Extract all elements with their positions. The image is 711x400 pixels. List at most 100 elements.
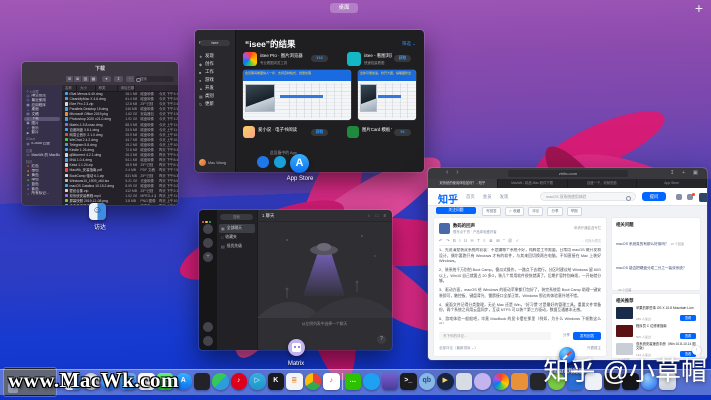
help-button[interactable]: ? <box>377 335 386 344</box>
dock-icon-music[interactable]: ♪ <box>323 373 340 390</box>
app-store-sidebar-item[interactable]: ↻更新 <box>199 100 233 108</box>
finder-sidebar-item[interactable]: ●红色 <box>24 164 60 169</box>
matrix-window[interactable]: + 搜索 ▣全部聊天 □收藏夹 ▤低优先级 <box>199 210 392 350</box>
app-store-sidebar-item[interactable]: ▦类别 <box>199 92 233 100</box>
editor-toolbar-icon[interactable]: ⊞ <box>496 237 500 245</box>
finder-sidebar-item[interactable]: iCloud <box>24 137 60 142</box>
space-label-desktop[interactable]: 桌面 <box>330 3 358 13</box>
add-space-button[interactable]: + <box>695 0 703 16</box>
zhihu-search-input[interactable]: macOS 双系统使用体验 <box>540 192 636 201</box>
price-button[interactable]: 获取 <box>394 55 411 62</box>
address-bar[interactable]: zhihu.com <box>508 170 628 177</box>
safari-tab[interactable]: 双系统的使用体验如何？ - 知乎 <box>428 179 498 188</box>
editor-toolbar-icon[interactable]: B <box>453 237 456 245</box>
matrix-search-input[interactable]: 搜索 <box>220 214 253 220</box>
dock-separator[interactable] <box>342 373 343 390</box>
dock-icon-1password[interactable] <box>382 373 399 390</box>
editor-toolbar-icon[interactable]: H <box>471 237 474 245</box>
device-app-icon[interactable] <box>274 156 286 168</box>
editor-toolbar-icon[interactable]: ” <box>503 237 504 245</box>
finder-view-button[interactable]: ≣ <box>74 76 82 82</box>
safari-tab[interactable]: App Store <box>637 179 707 188</box>
app-store-sidebar-item[interactable]: ◆创作 <box>199 60 233 68</box>
question-action-chip[interactable]: 举报 <box>567 207 582 216</box>
finder-view-switcher[interactable]: ⊞≣▥▦ <box>66 76 97 82</box>
device-app-icon[interactable] <box>257 156 269 168</box>
editor-toolbar-icon[interactable]: ≡ <box>483 237 485 245</box>
app-store-sidebar-item[interactable]: ▲开发 <box>199 84 233 92</box>
question-action-chip[interactable]: 分享 <box>547 207 562 216</box>
dock-icon-app-folder[interactable] <box>511 373 528 390</box>
app-result-card[interactable]: 爱小说 · 电子书阅读 获取 <box>243 126 343 142</box>
app-store-sidebar-item[interactable]: ■工作 <box>199 68 233 76</box>
app-store-account[interactable]: Mac Wang <box>199 159 226 166</box>
finder-sidebar-item[interactable]: ◍iCloud 云盘 <box>24 142 60 147</box>
editor-toolbar-icon[interactable]: ↶ <box>439 237 443 245</box>
dock-icon-isee[interactable] <box>493 373 510 390</box>
finder-sidebar-item[interactable]: ▶影片 <box>24 130 60 135</box>
view-button[interactable]: 查看 <box>680 315 696 321</box>
app-result-card[interactable]: 图片Card 模板 Wall ¥6 <box>347 126 419 142</box>
related-read-item[interactable]: 苹果的那些事 OS X 10.8 Mountain Lion 289 人读过 查… <box>616 306 696 321</box>
finder-sidebar-item[interactable]: 个人收藏 <box>24 89 60 94</box>
app-store-app-icon[interactable]: A <box>290 154 309 173</box>
app-result-card[interactable]: iSee - 看图浏览器 快速批量看图 获取 <box>347 52 419 68</box>
zhihu-nav-item[interactable]: 会员 <box>483 194 492 200</box>
editor-toolbar-icon[interactable]: ≣ <box>489 237 493 245</box>
dock-icon-photo-booth[interactable] <box>194 373 211 390</box>
finder-toolbar-button[interactable]: ↥ <box>114 76 123 82</box>
finder-app-icon[interactable]: ☺ <box>89 203 106 220</box>
matrix-header-icons[interactable]: ○ □ ≡ <box>368 210 388 221</box>
view-button[interactable]: 查看 <box>680 333 696 339</box>
finder-view-button[interactable]: ⊞ <box>66 76 74 82</box>
comment-input[interactable]: 写下你的评论… <box>439 332 551 340</box>
dock-icon-chrome[interactable] <box>305 373 322 390</box>
dock-icon-pages[interactable]: ≣ <box>286 373 303 390</box>
app-store-window[interactable]: isee ★发现 ◆创作 ■工作 ●游戏 <box>195 30 424 172</box>
dock-icon-wechat[interactable]: … <box>345 373 362 390</box>
safari-window[interactable]: ‹ › zhihu.com ↥ + ▣ 双系统的使用体验如何？ - 知乎MacW… <box>428 168 707 360</box>
back-forward-buttons[interactable]: ‹ › <box>446 169 462 176</box>
filter-link[interactable]: 筛选 ⌄ <box>402 41 416 47</box>
dock-icon-matrix[interactable] <box>474 373 491 390</box>
app-store-search-input[interactable]: isee <box>200 40 230 46</box>
finder-toolbar-button[interactable]: ▾ <box>102 76 111 82</box>
dock-icon-telegram[interactable]: ▷ <box>249 373 266 390</box>
app-store-sidebar-item[interactable]: ●游戏 <box>199 76 233 84</box>
matrix-settings-button[interactable] <box>203 336 213 346</box>
matrix-room-item[interactable]: ▤低优先级 <box>219 242 255 251</box>
related-question-item[interactable]: macOS 系统真的有那么好用吗？16 个回答 <box>616 230 696 252</box>
finder-view-button[interactable]: ▦ <box>90 76 97 82</box>
price-button[interactable]: ¥6 <box>394 129 411 136</box>
follow-question-button[interactable]: 关注问题 <box>436 207 476 214</box>
app-store-sidebar-item[interactable]: ★发现 <box>199 52 233 60</box>
dock-icon-qbittorrent[interactable]: qb <box>419 373 436 390</box>
editor-toolbar-icon[interactable]: I <box>459 237 460 245</box>
price-button[interactable]: ¥18 <box>311 55 328 62</box>
dock-icon-twitter[interactable] <box>363 373 380 390</box>
finder-column-header[interactable]: 添加日期 <box>118 85 136 91</box>
finder-file-row[interactable]: 未命名文件夹 -- 文件夹 昨天 上午9:30 <box>62 204 178 205</box>
matrix-add-button[interactable]: + <box>203 252 213 262</box>
finder-sidebar-item[interactable]: ○所有标记… <box>24 191 60 196</box>
question-action-chip[interactable]: ☆ 收藏 <box>505 207 524 216</box>
price-button[interactable]: 获取 <box>311 129 328 136</box>
related-question-item[interactable]: macOS 能否把硬盘分成二分之一装双系统？36 个回答 <box>616 254 696 297</box>
publish-answer-button[interactable]: 发布回答 <box>573 332 601 340</box>
question-action-chip[interactable]: 写回答 <box>482 207 501 216</box>
finder-column-header[interactable]: 种类 <box>96 85 118 91</box>
ask-question-button[interactable]: 提问 <box>642 192 666 201</box>
matrix-people-button[interactable] <box>203 322 213 332</box>
dock-icon-potplayer[interactable]: ▶ <box>437 373 454 390</box>
finder-column-header[interactable]: 大小 <box>77 85 96 91</box>
share-newtab-tabs-buttons[interactable]: ↥ + ▣ <box>670 170 701 176</box>
comments-sort-label[interactable]: 全部评论（最新排序 ⌄） <box>439 346 478 351</box>
dock-icon-terminal[interactable]: >_ <box>400 373 417 390</box>
zhihu-nav-item[interactable]: 首页 <box>466 194 475 200</box>
editor-preview-toggle[interactable]: ⋯ 切换为预览 <box>581 238 601 245</box>
notifications-icon[interactable] <box>676 194 682 200</box>
app-result-card[interactable]: iSee Pro · 图片浏览器 专业看图浏览工具 ¥18 <box>243 52 343 68</box>
author-badge-link[interactable]: 申请开通盐选专栏 <box>574 225 601 230</box>
safari-tab[interactable]: 百度一下，你就知道 <box>568 179 638 188</box>
matrix-app-icon[interactable] <box>288 339 305 356</box>
